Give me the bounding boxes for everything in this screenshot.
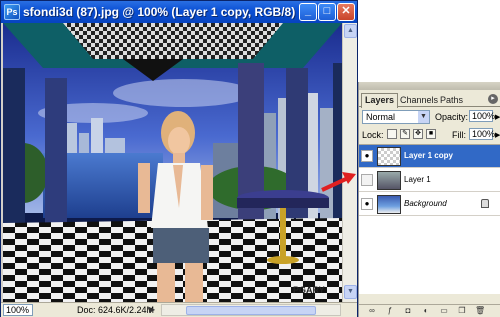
layer-thumbnail [377,147,401,166]
fill-arrow-icon[interactable]: ▶ [495,131,500,139]
eye-hidden-icon[interactable] [361,174,373,186]
document-window: Ps sfondi3d (87).jpg @ 100% (Layer 1 cop… [0,0,358,317]
eye-icon[interactable]: ● [361,150,373,162]
layer-thumbnail [377,195,401,214]
lock-transparent-icon[interactable] [387,129,397,139]
scroll-down-icon[interactable]: ▼ [344,285,357,299]
new-layer-icon[interactable]: ❐ [457,306,467,316]
layer-name: Layer 1 [404,175,431,184]
panel-tabs: Layers Channels Paths ▸ [359,92,500,108]
fill-field[interactable]: 100% [469,128,495,140]
annotation-arrow-icon [321,172,356,192]
canvas-image [3,23,342,302]
opacity-arrow-icon[interactable]: ▶ [495,113,500,121]
document-title: sfondi3d (87).jpg @ 100% (Layer 1 copy, … [23,5,296,19]
document-titlebar[interactable]: Ps sfondi3d (87).jpg @ 100% (Layer 1 cop… [1,1,357,23]
trash-icon[interactable]: 🗑 [475,306,485,316]
fx-icon[interactable]: ƒ [385,306,395,316]
lock-label: Lock: [362,130,384,140]
vertical-scrollbar[interactable]: ▲ ▼ [342,23,357,302]
photoshop-document-icon: Ps [4,4,20,20]
horizontal-scrollbar[interactable] [161,304,341,316]
watermark-text: PGARY [293,285,325,295]
panel-bottom-bar: ∞ ƒ ◘ ◐ ▭ ❐ 🗑 [359,304,500,317]
layers-list: ● Layer 1 copy Layer 1 ● Background [359,144,500,294]
panel-grip[interactable] [359,82,500,90]
panel-menu-icon[interactable]: ▸ [488,94,498,104]
horizontal-scroll-thumb[interactable] [186,306,316,315]
layer-row-background[interactable]: ● Background [359,193,500,216]
lock-image-icon[interactable]: ✎ [400,129,410,139]
layer-row-layer-1[interactable]: Layer 1 [359,169,500,192]
fill-label: Fill: [452,130,466,140]
folder-icon[interactable]: ▭ [439,306,449,316]
opacity-field[interactable]: 100% [469,110,495,122]
doc-size-readout: Doc: 624.6K/2.24M [77,305,155,315]
close-button[interactable]: ✕ [337,3,355,21]
scroll-up-icon[interactable]: ▲ [344,24,357,38]
lock-icon [481,199,489,208]
layer-row-layer-1-copy[interactable]: ● Layer 1 copy [359,145,500,168]
lock-all-icon[interactable]: ■ [426,129,436,139]
image-canvas[interactable]: PGARY [3,23,342,302]
layer-name: Layer 1 copy [404,151,453,160]
minimize-button[interactable]: _ [299,3,317,21]
opacity-label: Opacity: [435,112,469,122]
link-icon[interactable]: ∞ [367,306,377,316]
layer-name: Background [404,199,447,208]
tab-channels[interactable]: Channels [397,94,441,107]
adjustment-icon[interactable]: ◐ [421,306,431,316]
maximize-button[interactable]: □ [318,3,336,21]
layer-thumbnail [377,171,401,190]
eye-icon[interactable]: ● [361,198,373,210]
blend-mode-value: Normal [366,112,396,122]
lock-fill-row: Lock: ✎ ✥ ■ Fill: 100% ▶ [362,128,500,144]
zoom-field[interactable]: 100% [3,304,33,316]
mask-icon[interactable]: ◘ [403,306,413,316]
layers-panel: Layers Channels Paths ▸ Normal ▼ Opacity… [358,82,500,317]
status-menu-icon[interactable]: ▶ [149,305,155,314]
chevron-down-icon: ▼ [418,111,429,123]
tab-paths[interactable]: Paths [437,94,466,107]
tab-layers[interactable]: Layers [361,93,399,108]
blend-opacity-row: Normal ▼ Opacity: 100% ▶ [362,110,500,126]
lock-position-icon[interactable]: ✥ [413,129,423,139]
blend-mode-select[interactable]: Normal ▼ [362,110,430,124]
status-bar: 100% Doc: 624.6K/2.24M ▶ [1,302,357,317]
